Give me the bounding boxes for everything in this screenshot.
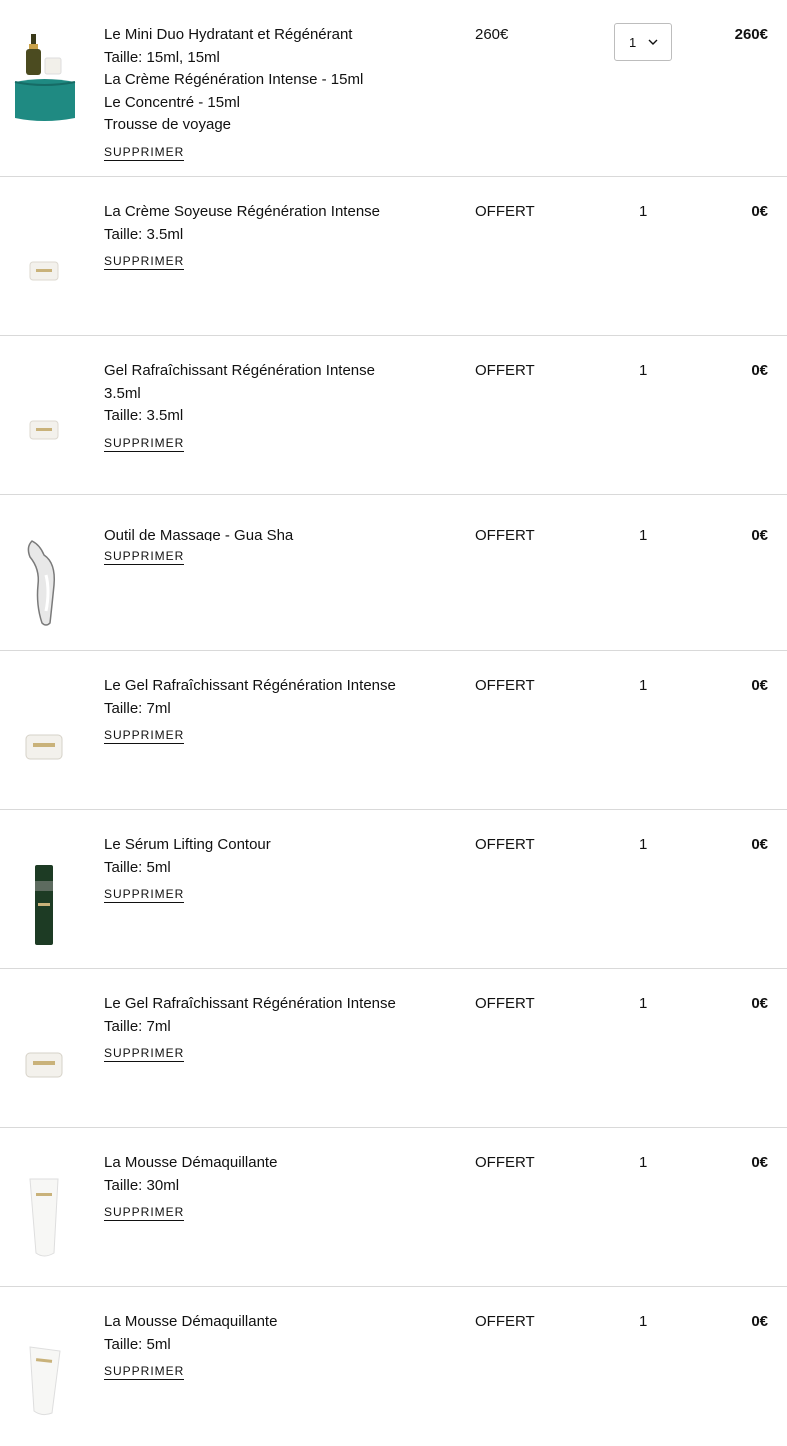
product-image[interactable]: [8, 697, 80, 797]
product-detail: 3.5ml: [104, 384, 141, 402]
cart-row: La Mousse Démaquillante Taille: 5ml SUPP…: [0, 1287, 787, 1446]
remove-link[interactable]: SUPPRIMER: [104, 145, 185, 161]
product-size: Taille: 7ml: [104, 699, 171, 717]
product-size: Taille: 5ml: [104, 1335, 171, 1353]
remove-link[interactable]: SUPPRIMER: [104, 549, 185, 565]
product-name: Le Gel Rafraîchissant Régénération Inten…: [104, 677, 396, 694]
jar-icon: [29, 420, 59, 440]
unit-price: OFFERT: [475, 995, 535, 1012]
product-image[interactable]: [8, 1015, 80, 1115]
cart-row: La Mousse Démaquillante Taille: 30ml SUP…: [0, 1128, 787, 1287]
product-detail: La Crème Régénération Intense - 15ml: [104, 71, 364, 88]
jar-icon: [25, 1052, 63, 1078]
remove-link[interactable]: SUPPRIMER: [104, 887, 185, 903]
product-size: Taille: 7ml: [104, 1017, 171, 1035]
quantity-value: 1: [639, 995, 648, 1012]
product-detail: Trousse de voyage: [104, 116, 232, 133]
product-image[interactable]: [8, 380, 80, 480]
jar-icon: [29, 261, 59, 281]
line-total: 0€: [751, 203, 768, 220]
quantity-value: 1: [639, 362, 648, 379]
line-total: 0€: [751, 527, 768, 541]
quantity-select[interactable]: 1: [614, 23, 672, 61]
clipped-header: Outil de Massage - Gua Sha OFFERT 1 0€: [0, 527, 787, 541]
quantity-value: 1: [639, 527, 648, 541]
product-name: Le Gel Rafraîchissant Régénération Inten…: [104, 995, 396, 1012]
duo-kit-icon: [14, 34, 76, 121]
product-image[interactable]: [8, 1331, 80, 1431]
quantity-value: 1: [639, 1313, 648, 1330]
product-name: Outil de Massage - Gua Sha: [104, 527, 294, 541]
remove-link[interactable]: SUPPRIMER: [104, 728, 185, 744]
quantity-value: 1: [639, 1154, 648, 1171]
quantity-value: 1: [639, 836, 648, 853]
unit-price: 260€: [475, 26, 509, 43]
product-name: Le Sérum Lifting Contour: [104, 836, 271, 853]
remove-link[interactable]: SUPPRIMER: [104, 1205, 185, 1221]
line-total: 260€: [734, 26, 768, 43]
unit-price: OFFERT: [475, 527, 535, 541]
unit-price: OFFERT: [475, 677, 535, 694]
product-image[interactable]: [8, 221, 80, 321]
cart-row: Le Mini Duo Hydratant et Régénérant Tail…: [0, 0, 787, 177]
cart-row: La Crème Soyeuse Régénération Intense Ta…: [0, 177, 787, 336]
line-total: 0€: [751, 677, 768, 694]
quantity-value: 1: [639, 203, 648, 220]
remove-link[interactable]: SUPPRIMER: [104, 436, 185, 452]
remove-link[interactable]: SUPPRIMER: [104, 1046, 185, 1062]
product-name: La Mousse Démaquillante: [104, 1313, 278, 1330]
product-size: Taille: 30ml: [104, 1176, 180, 1194]
quantity-value: 1: [629, 34, 637, 50]
product-image[interactable]: [8, 852, 80, 952]
unit-price: OFFERT: [475, 203, 535, 220]
product-image[interactable]: [8, 30, 80, 130]
remove-link[interactable]: SUPPRIMER: [104, 254, 185, 270]
unit-price: OFFERT: [475, 1154, 535, 1171]
product-name: La Crème Soyeuse Régénération Intense: [104, 203, 381, 220]
line-total: 0€: [751, 362, 768, 379]
product-size: Taille: 5ml: [104, 858, 171, 876]
product-size: Taille: 3.5ml: [104, 225, 184, 243]
product-name: Gel Rafraîchissant Régénération Intense: [104, 362, 375, 379]
serum-bottle-icon: [35, 865, 53, 945]
unit-price: OFFERT: [475, 1313, 535, 1330]
line-total: 0€: [751, 1154, 768, 1171]
product-size: Taille: 3.5ml: [104, 407, 184, 424]
cart-row: Gel Rafraîchissant Régénération Intense …: [0, 336, 787, 495]
cart-item-list: Le Mini Duo Hydratant et Régénérant Tail…: [0, 0, 787, 1446]
tube-icon: [29, 1178, 59, 1257]
unit-price: OFFERT: [475, 362, 535, 379]
line-total: 0€: [751, 836, 768, 853]
product-image[interactable]: [8, 533, 80, 633]
jar-icon: [25, 734, 63, 760]
product-size: Taille: 15ml, 15ml: [104, 48, 220, 66]
quantity-value: 1: [639, 677, 648, 694]
unit-price: OFFERT: [475, 836, 535, 853]
remove-link[interactable]: SUPPRIMER: [104, 1364, 185, 1380]
product-name: Le Mini Duo Hydratant et Régénérant: [104, 26, 353, 43]
product-image[interactable]: [8, 1168, 80, 1268]
cart-row: Le Gel Rafraîchissant Régénération Inten…: [0, 651, 787, 810]
cart-row: Le Sérum Lifting Contour Taille: 5ml SUP…: [0, 810, 787, 969]
cart-row: Le Gel Rafraîchissant Régénération Inten…: [0, 969, 787, 1128]
gua-sha-icon: [27, 540, 56, 626]
product-name: La Mousse Démaquillante: [104, 1154, 278, 1171]
line-total: 0€: [751, 995, 768, 1012]
tube-icon: [29, 1346, 61, 1416]
product-detail: Le Concentré - 15ml: [104, 93, 240, 111]
cart-row: Outil de Massage - Gua Sha OFFERT 1 0€ S…: [0, 495, 787, 651]
line-total: 0€: [751, 1313, 768, 1330]
chevron-down-icon: [648, 39, 658, 45]
